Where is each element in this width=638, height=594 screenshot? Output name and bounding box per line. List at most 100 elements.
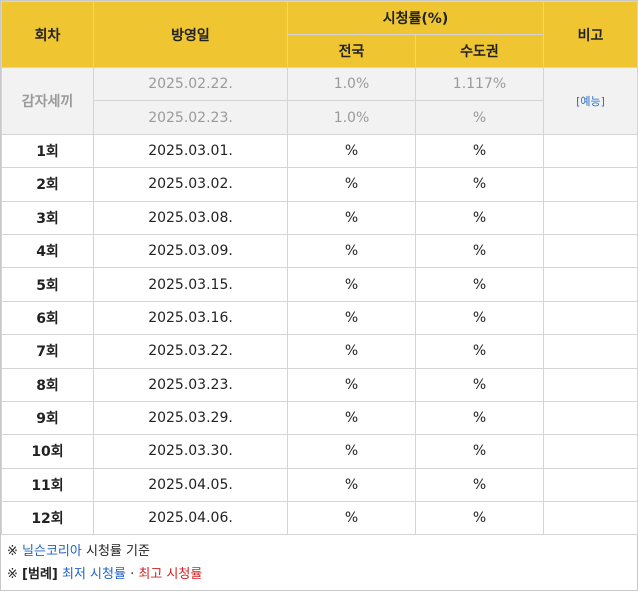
episode-capital: % [415, 434, 544, 469]
episode-number: 4회 [1, 233, 94, 269]
episode-row: 11회 2025.04.05.%% [1, 467, 638, 503]
episode-note [543, 300, 638, 336]
episode-nationwide: % [287, 133, 416, 169]
episode-row: 2회 2025.03.02.%% [1, 167, 638, 202]
source-note: ※ 닐슨코리아 시청률 기준 [7, 540, 631, 563]
legend-low: 최저 시청률 [62, 567, 126, 583]
note-mark: ※ [7, 544, 18, 560]
episode-nationwide: % [287, 233, 416, 269]
episode-date: 2025.03.30. [93, 434, 288, 469]
header-capital: 수도권 [415, 34, 544, 68]
ratings-table: 회차 방영일 시청률(%) 비고 전국 수도권 감자세끼 2025.02.22.… [1, 1, 638, 536]
legend-label: [범례] [22, 567, 58, 583]
episode-row: 3회 2025.03.08.%% [1, 200, 638, 235]
legend-separator: · [130, 567, 135, 583]
episode-number: 9회 [1, 400, 94, 436]
episode-number: 8회 [1, 367, 94, 402]
episode-nationwide: % [287, 334, 416, 369]
preview-capital: 1.117% [415, 66, 544, 102]
episode-nationwide: % [287, 300, 416, 336]
episode-row: 4회 2025.03.09.%% [1, 233, 638, 269]
episode-capital: % [415, 367, 544, 402]
episode-number: 2회 [1, 167, 94, 202]
episode-note [543, 233, 638, 269]
episode-row: 7회 2025.03.22.%% [1, 334, 638, 369]
episode-number: 12회 [1, 501, 94, 536]
episode-note [543, 200, 638, 235]
header-note: 비고 [543, 1, 638, 68]
episode-note [543, 133, 638, 169]
episode-row: 10회 2025.03.30.%% [1, 434, 638, 469]
episode-row: 9회 2025.03.29.%% [1, 400, 638, 436]
episode-row: 8회 2025.03.23.%% [1, 367, 638, 402]
preview-label: 감자세끼 [1, 67, 94, 135]
episode-capital: % [415, 267, 544, 302]
episode-nationwide: % [287, 501, 416, 536]
episode-note [543, 367, 638, 402]
episode-date: 2025.03.02. [93, 167, 288, 202]
episode-capital: % [415, 233, 544, 269]
episode-date: 2025.03.16. [93, 300, 288, 336]
episode-number: 3회 [1, 200, 94, 235]
episode-capital: % [415, 400, 544, 436]
episode-number: 1회 [1, 133, 94, 169]
episode-row: 6회 2025.03.16.%% [1, 300, 638, 336]
header-date: 방영일 [93, 1, 288, 68]
episode-number: 10회 [1, 434, 94, 469]
variety-tag-link[interactable]: [예능] [576, 95, 605, 108]
legend-note: ※ [범례] 최저 시청률 · 최고 시청률 [7, 563, 631, 586]
preview-row: 2025.02.23. 1.0% % [2, 100, 638, 135]
episode-nationwide: % [287, 267, 416, 302]
preview-note: [예능] [543, 67, 638, 135]
preview-row: 감자세끼 2025.02.22. 1.0% 1.117% [예능] [1, 66, 638, 135]
episode-nationwide: % [287, 367, 416, 402]
episode-capital: % [415, 300, 544, 336]
episode-nationwide: % [287, 167, 416, 202]
episode-note [543, 267, 638, 302]
episode-date: 2025.03.22. [93, 334, 288, 369]
episode-capital: % [415, 501, 544, 536]
episode-note [543, 467, 638, 503]
preview-date: 2025.02.22. [93, 66, 288, 102]
episode-date: 2025.04.05. [93, 467, 288, 503]
episode-date: 2025.03.09. [93, 233, 288, 269]
source-suffix: 시청률 기준 [81, 544, 150, 560]
episode-capital: % [415, 200, 544, 235]
episode-capital: % [415, 467, 544, 503]
episode-nationwide: % [287, 467, 416, 503]
header-episode: 회차 [1, 1, 94, 68]
legend-high: 최고 시청률 [138, 567, 203, 583]
header-nationwide: 전국 [287, 34, 416, 68]
preview-nationwide: 1.0% [287, 100, 416, 135]
source-name: 닐슨코리아 [22, 544, 82, 560]
preview-date: 2025.02.23. [93, 100, 288, 135]
episode-capital: % [415, 133, 544, 169]
episode-nationwide: % [287, 200, 416, 235]
episode-note [543, 400, 638, 436]
episode-capital: % [415, 167, 544, 202]
episode-number: 5회 [1, 267, 94, 302]
episode-note [543, 334, 638, 369]
episode-nationwide: % [287, 400, 416, 436]
preview-nationwide: 1.0% [287, 66, 416, 102]
note-mark: ※ [7, 567, 18, 583]
episode-date: 2025.03.01. [93, 133, 288, 169]
episode-date: 2025.03.15. [93, 267, 288, 302]
episode-note [543, 501, 638, 536]
episode-row: 12회 2025.04.06.%% [1, 501, 638, 536]
episode-date: 2025.03.08. [93, 200, 288, 235]
episode-date: 2025.03.23. [93, 367, 288, 402]
episode-number: 11회 [1, 467, 94, 503]
episode-number: 6회 [1, 300, 94, 336]
episode-date: 2025.04.06. [93, 501, 288, 536]
episode-date: 2025.03.29. [93, 400, 288, 436]
episode-note [543, 167, 638, 202]
episode-note [543, 434, 638, 469]
episode-number: 7회 [1, 334, 94, 369]
table-footer: ※ 닐슨코리아 시청률 기준 ※ [범례] 최저 시청률 · 최고 시청률 [1, 535, 637, 590]
episode-nationwide: % [287, 434, 416, 469]
episode-row: 5회 2025.03.15.%% [1, 267, 638, 302]
episode-row: 1회 2025.03.01.%% [1, 133, 638, 169]
ratings-table-container: 회차 방영일 시청률(%) 비고 전국 수도권 감자세끼 2025.02.22.… [0, 0, 638, 592]
episode-capital: % [415, 334, 544, 369]
